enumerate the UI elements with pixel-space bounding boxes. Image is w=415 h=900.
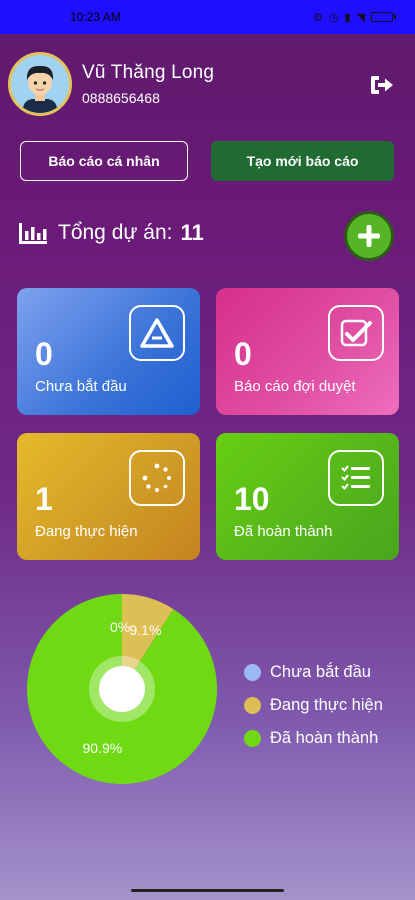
total-label: Tổng dự án: xyxy=(58,221,173,244)
create-report-button[interactable]: Tạo mới báo cáo xyxy=(211,141,394,181)
check-double-icon xyxy=(328,305,384,361)
legend-label: Đang thực hiện xyxy=(270,696,383,714)
user-profile: Vũ Thăng Long 0888656468 xyxy=(8,52,214,116)
signal-icon: ▮ xyxy=(344,11,351,24)
card-label: Chưa bắt đầu xyxy=(35,378,127,395)
total-projects: Tổng dự án: 11 xyxy=(18,220,204,246)
wifi-icon: ◥ xyxy=(356,11,365,24)
battery-icon xyxy=(371,12,396,22)
status-time: 10:23 AM xyxy=(70,10,121,24)
gear-icon: ⚙ xyxy=(312,11,323,24)
plus-icon xyxy=(358,225,380,247)
card-label: Đang thực hiện xyxy=(35,523,138,540)
card-value: 0 xyxy=(35,336,53,372)
pie-center-hole xyxy=(99,666,145,712)
personal-report-button[interactable]: Báo cáo cá nhân xyxy=(20,141,188,181)
status-icons: ⚙ ◷ ▮ ◥ xyxy=(312,11,396,24)
loading-dots-icon xyxy=(129,450,185,506)
home-indicator[interactable] xyxy=(131,889,284,892)
project-status-pie-chart: 0% 9.1% 90.9% xyxy=(27,594,218,784)
pie-slice-label: 9.1% xyxy=(129,621,162,638)
legend-dot xyxy=(244,664,261,681)
profile-name: Vũ Thăng Long xyxy=(82,62,215,83)
card-in-progress[interactable]: 1 Đang thực hiện xyxy=(17,433,200,560)
status-bar: 10:23 AM ⚙ ◷ ▮ ◥ xyxy=(0,0,415,34)
card-value: 0 xyxy=(234,336,252,372)
legend-label: Chưa bắt đầu xyxy=(270,663,371,681)
card-label: Đã hoàn thành xyxy=(234,523,333,540)
pie-slice-label: 90.9% xyxy=(82,740,123,757)
card-completed[interactable]: 10 Đã hoàn thành xyxy=(216,433,399,560)
chart-legend: Chưa bắt đầu Đang thực hiện Đã hoàn thàn… xyxy=(244,656,383,755)
legend-dot xyxy=(244,730,261,747)
legend-item[interactable]: Đang thực hiện xyxy=(244,689,383,722)
logout-button[interactable] xyxy=(369,74,395,96)
alarm-icon: ◷ xyxy=(328,11,339,24)
pie-slice-label: 0% xyxy=(110,619,131,635)
legend-dot xyxy=(244,697,261,714)
card-value: 10 xyxy=(234,481,270,517)
legend-label: Đã hoàn thành xyxy=(270,729,379,747)
total-value: 11 xyxy=(180,220,204,245)
legend-item[interactable]: Đã hoàn thành xyxy=(244,722,383,755)
add-project-button[interactable] xyxy=(344,211,394,261)
profile-phone: 0888656468 xyxy=(82,90,160,106)
logout-icon xyxy=(371,76,393,94)
card-pending-approval[interactable]: 0 Báo cáo đợi duyệt xyxy=(216,288,399,415)
card-label: Báo cáo đợi duyệt xyxy=(234,378,356,395)
avatar[interactable] xyxy=(8,52,72,116)
a-logo-icon xyxy=(129,305,185,361)
checklist-icon xyxy=(328,450,384,506)
user-avatar-icon xyxy=(11,55,69,113)
card-value: 1 xyxy=(35,481,53,517)
bar-chart-icon xyxy=(19,223,47,244)
card-not-started[interactable]: 0 Chưa bắt đầu xyxy=(17,288,200,415)
legend-item[interactable]: Chưa bắt đầu xyxy=(244,656,383,689)
